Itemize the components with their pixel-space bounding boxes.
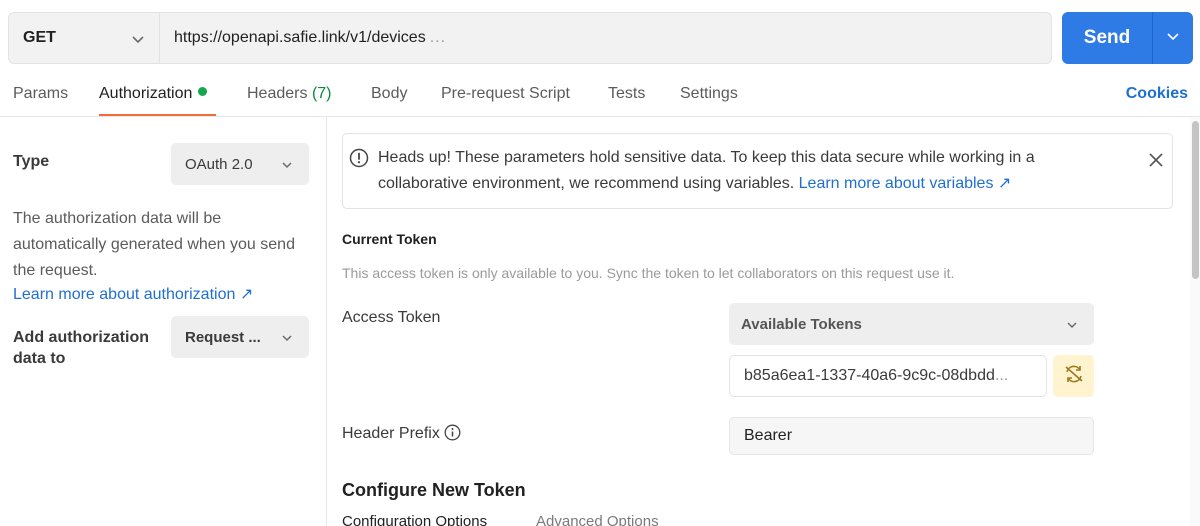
access-token-field[interactable]: b85a6ea1-1337-40a6-9c9c-08dbdd... [729, 355, 1047, 397]
chevron-down-icon [281, 158, 293, 175]
header-prefix-label: Header Prefix [342, 424, 461, 446]
tab-pre-request-script[interactable]: Pre-request Script [441, 85, 570, 103]
status-dot [198, 87, 208, 96]
panel-divider [326, 117, 327, 526]
header-prefix-text: Header Prefix [342, 425, 440, 442]
tab-body[interactable]: Body [371, 85, 407, 103]
url-input[interactable]: https://openapi.safie.link/v1/devices ..… [159, 12, 1052, 64]
tab-label: Params [13, 85, 69, 102]
method-value: GET [23, 29, 56, 46]
chevron-down-icon [131, 32, 145, 51]
tabs-divider [0, 116, 1200, 117]
access-token-label: Access Token [342, 309, 441, 326]
url-text: https://openapi.safie.link/v1/devices [174, 29, 426, 46]
chevron-down-icon [1166, 29, 1180, 48]
info-circle-icon [349, 148, 369, 173]
sensitive-data-alert: Heads up! These parameters hold sensitiv… [342, 133, 1173, 209]
chevron-down-icon [1066, 318, 1078, 335]
auth-description: The authorization data will be automatic… [13, 210, 295, 279]
add-auth-to-select[interactable]: Request ... [171, 316, 309, 358]
header-prefix-value: Bearer [744, 427, 793, 444]
header-prefix-input[interactable]: Bearer [729, 417, 1094, 455]
tab-headers[interactable]: Headers (7) [247, 85, 332, 103]
access-token-value: b85a6ea1-1337-40a6-9c9c-08dbdd [744, 367, 995, 384]
method-select[interactable]: GET [8, 12, 159, 64]
scrollbar-thumb[interactable] [1192, 121, 1199, 279]
tab-count: (7) [311, 85, 332, 102]
tab-label: Pre-request Script [441, 85, 570, 102]
configure-new-token-heading: Configure New Token [342, 480, 526, 500]
add-auth-data-label: Add authorization data to [13, 329, 149, 367]
url-overflow: ... [429, 29, 447, 46]
tab-label: Tests [608, 85, 646, 102]
tab-label: Headers [247, 85, 308, 102]
sync-off-icon [1063, 363, 1085, 390]
learn-more-variables-link[interactable]: Learn more about variables ↗ [799, 175, 1012, 192]
add-auth-to-value: Request ... [185, 328, 261, 346]
info-icon[interactable] [444, 424, 461, 446]
type-label: Type [13, 153, 50, 170]
sync-token-button[interactable] [1053, 355, 1094, 397]
subtab-configuration-options[interactable]: Configuration Options [342, 513, 487, 526]
tab-authorization[interactable]: Authorization [99, 85, 208, 103]
tab-settings[interactable]: Settings [680, 85, 738, 103]
chevron-down-icon [281, 331, 293, 348]
auth-type-select[interactable]: OAuth 2.0 [171, 143, 309, 185]
subtab-advanced-options[interactable]: Advanced Options [536, 513, 659, 526]
tab-params[interactable]: Params [13, 85, 68, 103]
cookies-link[interactable]: Cookies [1126, 85, 1188, 103]
learn-more-authorization-link[interactable]: Learn more about authorization ↗ [13, 284, 253, 304]
tab-label: Body [371, 85, 408, 102]
tab-label: Authorization [99, 85, 193, 102]
send-button[interactable]: Send [1062, 12, 1152, 64]
auth-type-value: OAuth 2.0 [185, 155, 253, 173]
available-tokens-select[interactable]: Available Tokens [729, 303, 1094, 345]
send-options-button[interactable] [1152, 12, 1193, 64]
current-token-note: This access token is only available to y… [342, 265, 955, 281]
tab-label: Settings [680, 85, 738, 102]
alert-message: Heads up! These parameters hold sensitiv… [378, 145, 1108, 197]
current-token-heading: Current Token [342, 231, 437, 247]
token-overflow: ... [994, 367, 1009, 384]
tab-tests[interactable]: Tests [608, 85, 645, 103]
close-icon[interactable] [1148, 152, 1164, 173]
available-tokens-value: Available Tokens [741, 315, 862, 333]
